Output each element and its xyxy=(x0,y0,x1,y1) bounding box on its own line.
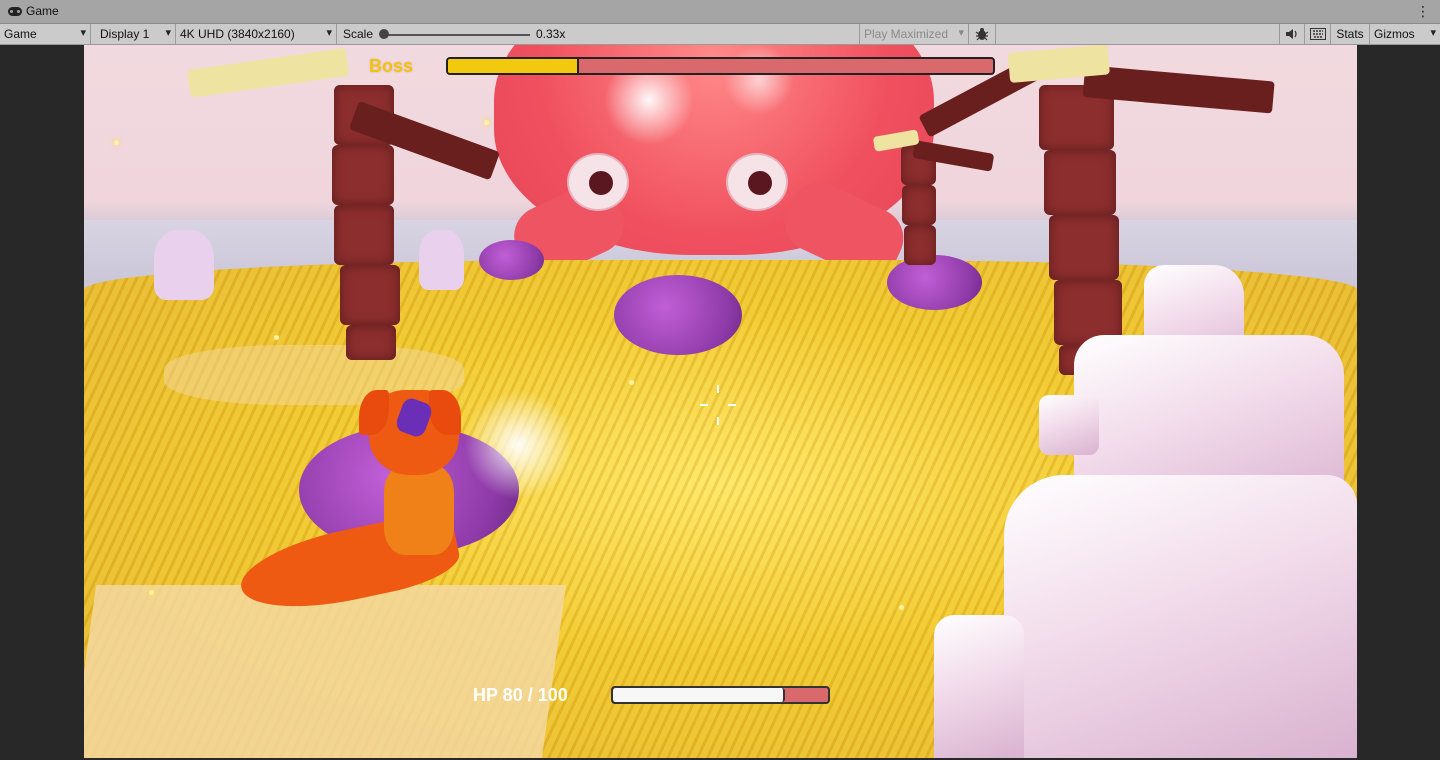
keyboard-grid-icon xyxy=(1309,28,1326,40)
boss-health-fill xyxy=(448,59,579,73)
bug-icon xyxy=(975,28,989,41)
editor-tab-bar: Game ⋮ xyxy=(0,0,1440,24)
scale-slider-track[interactable] xyxy=(384,34,530,36)
gizmos-button[interactable]: Gizmos xyxy=(1370,24,1440,44)
resolution-select[interactable]: 4K UHD (3840x2160) xyxy=(176,24,337,44)
play-mode-select[interactable]: Play Maximized xyxy=(859,24,969,44)
sparkle-particle xyxy=(114,140,119,145)
boss-health-bar xyxy=(446,57,995,75)
speaker-icon xyxy=(1286,29,1297,39)
scale-slider-handle[interactable] xyxy=(379,29,389,39)
game-tab-label: Game xyxy=(26,4,59,18)
shortcuts-button[interactable] xyxy=(1304,24,1330,44)
stone-statue xyxy=(154,230,214,300)
sparkle-particle xyxy=(899,605,904,610)
stone-statue xyxy=(419,230,464,290)
octopus-eye-right xyxy=(726,153,788,211)
game-viewport[interactable]: Boss HP 80 / 100 xyxy=(84,45,1357,758)
purple-bush xyxy=(887,255,982,310)
crosshair xyxy=(698,385,738,425)
player-health-fill xyxy=(613,688,785,702)
purple-bush xyxy=(479,240,544,280)
attack-flash xyxy=(464,390,574,500)
play-mode-label: Play Maximized xyxy=(864,27,949,41)
resolution-select-label: 4K UHD (3840x2160) xyxy=(180,27,295,41)
view-select-label: Game xyxy=(4,27,37,41)
purple-bush xyxy=(614,275,742,355)
stats-button-label: Stats xyxy=(1336,27,1364,41)
octopus-eye-left xyxy=(567,153,629,211)
sparkle-particle xyxy=(149,590,154,595)
boss-label: Boss xyxy=(369,56,414,76)
game-view-toolbar: Game Display 1 4K UHD (3840x2160) Scale … xyxy=(0,24,1440,45)
stats-button[interactable]: Stats xyxy=(1330,24,1370,44)
sparkle-particle xyxy=(629,380,634,385)
display-select[interactable]: Display 1 xyxy=(92,24,176,44)
display-select-label: Display 1 xyxy=(100,27,150,41)
light-flare xyxy=(724,45,794,115)
audio-mute-button[interactable] xyxy=(1279,24,1304,44)
view-select[interactable]: Game xyxy=(0,24,91,44)
kebab-menu-icon[interactable]: ⋮ xyxy=(1416,4,1430,18)
sparkle-particle xyxy=(274,335,279,340)
sparkle-particle xyxy=(484,120,489,125)
sand-patch xyxy=(84,585,567,758)
scale-value: 0.33x xyxy=(536,27,566,41)
gizmos-button-label: Gizmos xyxy=(1374,27,1415,41)
scale-label: Scale xyxy=(343,27,374,41)
gamepad-icon xyxy=(8,6,22,16)
player-health-bar xyxy=(611,686,830,704)
player-hp-label: HP 80 / 100 xyxy=(473,685,568,705)
debug-button[interactable] xyxy=(969,24,996,44)
game-tab[interactable]: Game xyxy=(8,4,59,18)
